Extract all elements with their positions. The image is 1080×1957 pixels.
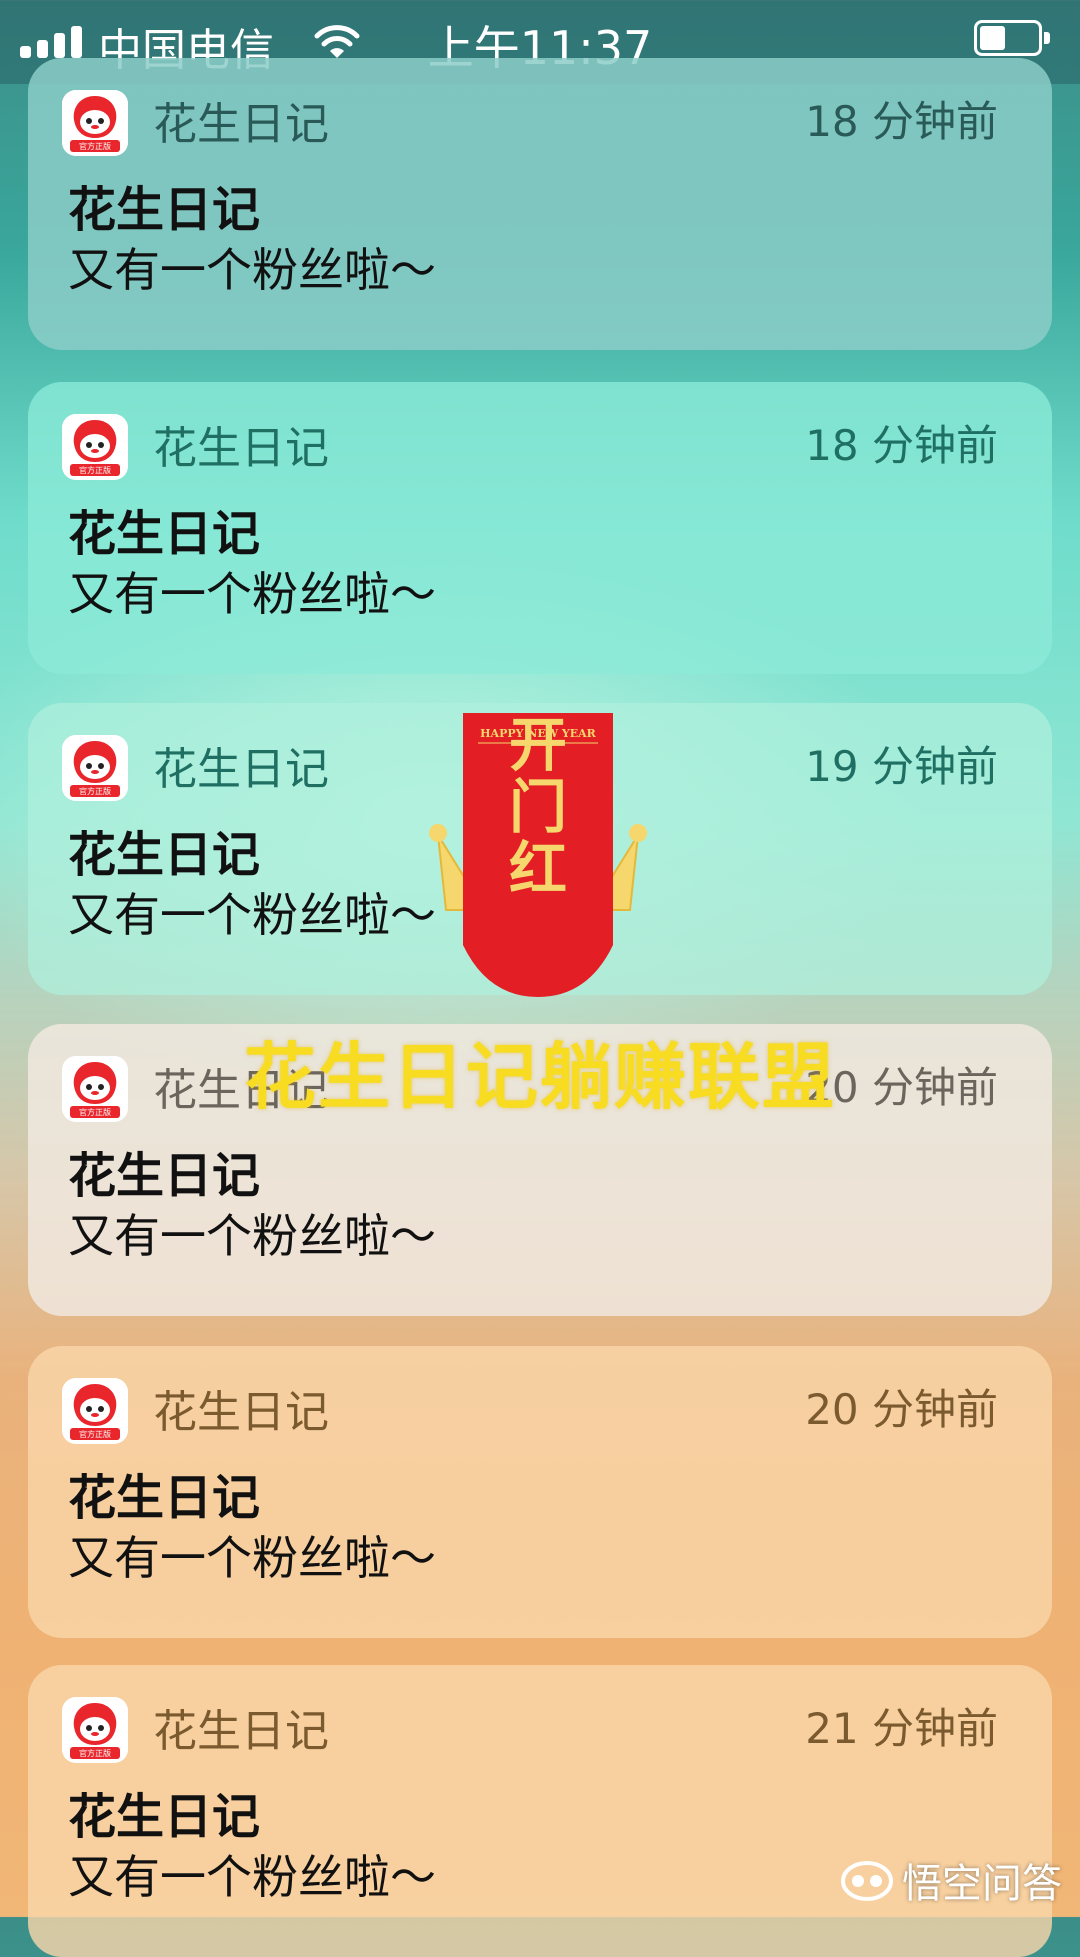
- new-year-banner: HAPPY NEW YEAR 开门红: [429, 711, 647, 997]
- notification-app-name: 花生日记: [153, 1387, 329, 1438]
- notification-app-name: 花生日记: [153, 99, 329, 150]
- notification-body: 又有一个粉丝啦～: [68, 1850, 436, 1904]
- notification-title: 花生日记: [68, 182, 261, 238]
- app-icon-badge: 官方正版: [79, 1748, 111, 1758]
- app-icon: 官方正版: [62, 735, 128, 801]
- app-icon: 官方正版: [62, 414, 128, 480]
- notification-body: 又有一个粉丝啦～: [68, 1209, 436, 1263]
- overlay-caption: 花生日记躺赚联盟: [243, 1035, 836, 1119]
- app-icon-badge: 官方正版: [79, 141, 111, 151]
- watermark: 悟空问答: [840, 1853, 1062, 1907]
- notification-time: 21 分钟前: [805, 1704, 998, 1753]
- notification-body: 又有一个粉丝啦～: [68, 1531, 436, 1585]
- notification-app-name: 花生日记: [153, 744, 329, 795]
- notification-body: 又有一个粉丝啦～: [68, 567, 436, 621]
- app-icon: 官方正版: [62, 1378, 128, 1444]
- notification-title: 花生日记: [68, 827, 261, 883]
- notification-card[interactable]: 官方正版 花生日记 20 分钟前 花生日记 又有一个粉丝啦～: [28, 1346, 1052, 1638]
- notification-app-name: 花生日记: [153, 1706, 329, 1757]
- notification-time: 18 分钟前: [805, 421, 998, 470]
- app-icon-badge: 官方正版: [79, 786, 111, 796]
- notification-time: 19 分钟前: [805, 742, 998, 791]
- notification-card[interactable]: 官方正版 花生日记 21 分钟前 花生日记 又有一个粉丝啦～: [28, 1665, 1052, 1957]
- notification-title: 花生日记: [68, 506, 261, 562]
- notification-title: 花生日记: [68, 1789, 261, 1845]
- battery-icon: [974, 20, 1054, 60]
- notification-body: 又有一个粉丝啦～: [68, 888, 436, 942]
- app-icon-badge: 官方正版: [79, 465, 111, 475]
- notification-app-name: 花生日记: [153, 423, 329, 474]
- notification-card[interactable]: 官方正版 花生日记 18 分钟前 花生日记 又有一个粉丝啦～: [28, 58, 1052, 350]
- notification-body: 又有一个粉丝啦～: [68, 243, 436, 297]
- notification-time: 20 分钟前: [805, 1385, 998, 1434]
- wukong-logo-icon: [841, 1861, 893, 1901]
- notification-card[interactable]: 官方正版 花生日记 18 分钟前 花生日记 又有一个粉丝啦～: [28, 382, 1052, 674]
- app-icon-badge: 官方正版: [79, 1429, 111, 1439]
- banner-main-text: 开门红: [509, 711, 567, 903]
- app-icon: 官方正版: [62, 1697, 128, 1763]
- notification-title: 花生日记: [68, 1470, 261, 1526]
- watermark-text: 悟空问答: [902, 1861, 1062, 1907]
- notification-title: 花生日记: [68, 1148, 261, 1204]
- notification-time: 18 分钟前: [805, 97, 998, 146]
- app-icon: 官方正版: [62, 90, 128, 156]
